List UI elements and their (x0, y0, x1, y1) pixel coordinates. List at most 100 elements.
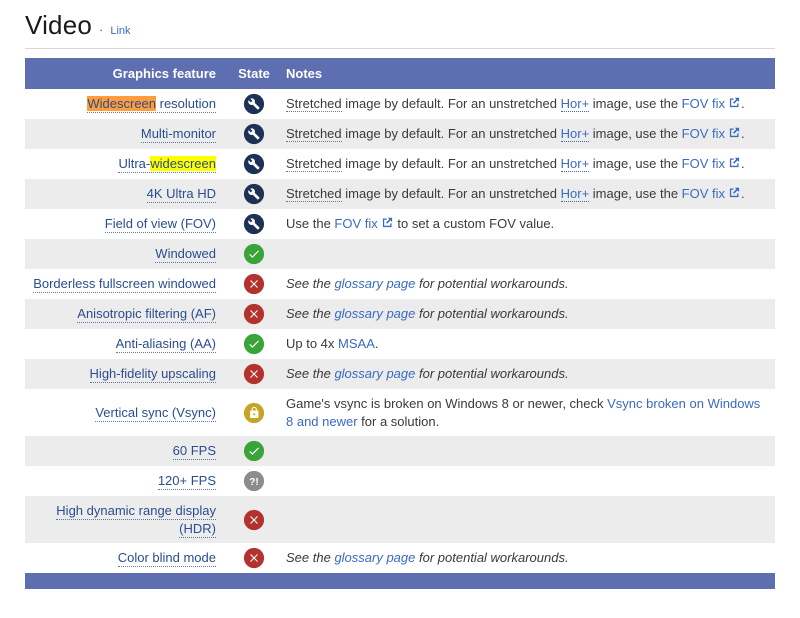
feature-cell: High-fidelity upscaling (25, 359, 230, 389)
table-row: 60 FPS (25, 436, 775, 467)
feature-link[interactable]: Widescreen resolution (87, 96, 216, 114)
table-row: Windowed (25, 239, 775, 269)
note-text: image, use the (589, 156, 682, 172)
note-text: image, use the (589, 96, 682, 112)
table-row: Ultra-widescreen Stretched image by defau… (25, 149, 775, 179)
feature-link[interactable]: High dynamic range display (HDR) (56, 503, 216, 538)
note-text: image by default. For an unstretched (341, 156, 561, 172)
state-wrench-icon (243, 93, 265, 115)
page-title: Video (25, 10, 93, 40)
feature-link[interactable]: 4K Ultra HD (146, 186, 216, 204)
note-text: . (741, 186, 745, 202)
state-cross-icon (243, 303, 265, 325)
notes-cell: Stretched image by default. For an unstr… (278, 89, 775, 119)
feature-link[interactable]: Anti-aliasing (AA) (115, 336, 216, 354)
note-text: for a solution. (357, 413, 440, 429)
feature-label: 120+ FPS (157, 473, 216, 489)
state-cell (230, 269, 278, 299)
state-check-icon (243, 333, 265, 355)
notes-cell (278, 496, 775, 543)
feature-cell: 120+ FPS (25, 466, 230, 496)
feature-link[interactable]: Windowed (155, 246, 216, 264)
tooltip-term: Stretched (286, 186, 342, 203)
state-cross-icon (243, 363, 265, 385)
note-text: See the (286, 550, 335, 566)
note-link[interactable]: glossary page (334, 306, 415, 321)
state-cell (230, 179, 278, 209)
svg-text:?!: ?! (249, 477, 259, 488)
feature-link[interactable]: Vertical sync (Vsync) (95, 404, 216, 422)
notes-cell (278, 436, 775, 466)
feature-link[interactable]: Multi-monitor (140, 126, 216, 144)
notes-cell: See the glossary page for potential work… (278, 269, 775, 299)
feature-cell: Windowed (25, 239, 230, 269)
feature-cell: Ultra-widescreen (25, 149, 230, 179)
tooltip-term: Stretched (286, 156, 342, 173)
state-cell (230, 389, 278, 436)
feature-label: Anti-aliasing (AA) (115, 336, 216, 352)
note-text: Use the (286, 216, 335, 232)
feature-link[interactable]: High-fidelity upscaling (89, 366, 216, 384)
section-anchor-link[interactable]: Link (110, 25, 130, 37)
feature-label: 60 FPS (172, 443, 216, 459)
notes-cell: See the glossary page for potential work… (278, 359, 775, 389)
note-link[interactable]: FOV fix (682, 186, 725, 201)
note-link[interactable]: FOV fix (334, 216, 377, 231)
note-text: image by default. For an unstretched (341, 186, 561, 202)
feature-cell: 60 FPS (25, 436, 230, 466)
state-cross-icon (243, 547, 265, 569)
feature-link[interactable]: 60 FPS (172, 443, 216, 461)
state-check-icon (243, 440, 265, 462)
feature-link[interactable]: Ultra-widescreen (118, 156, 216, 174)
feature-cell: 4K Ultra HD (25, 179, 230, 209)
note-link[interactable]: glossary page (334, 550, 415, 565)
search-highlight: widescreen (150, 156, 216, 172)
table-row: Borderless fullscreen windowed See the gl… (25, 269, 775, 299)
state-cell (230, 89, 278, 119)
feature-label: 4K Ultra HD (146, 186, 216, 202)
note-link[interactable]: FOV fix (682, 126, 725, 141)
tooltip-term: Stretched (286, 96, 342, 113)
feature-link[interactable]: Color blind mode (117, 550, 216, 568)
note-text: image by default. For an unstretched (341, 96, 561, 112)
feature-cell: Anisotropic filtering (AF) (25, 299, 230, 329)
note-link[interactable]: Hor+ (560, 156, 590, 173)
state-wrench-icon (243, 183, 265, 205)
note-link[interactable]: Hor+ (560, 96, 590, 113)
note-text: to set a custom FOV value. (393, 216, 555, 232)
note-text: . (741, 96, 745, 112)
table-row: High dynamic range display (HDR) (25, 496, 775, 544)
column-header-graphics-feature: Graphics feature (25, 58, 230, 89)
state-cell (230, 496, 278, 543)
feature-link[interactable]: Borderless fullscreen windowed (33, 276, 216, 294)
feature-cell: Vertical sync (Vsync) (25, 389, 230, 436)
note-text: image, use the (589, 126, 682, 142)
feature-label: Color blind mode (117, 550, 216, 566)
notes-cell (278, 466, 775, 496)
note-text: See the (286, 306, 335, 322)
table-row: Color blind mode See the glossary page fo… (25, 543, 775, 573)
feature-cell: Widescreen resolution (25, 89, 230, 119)
note-text: for potential workarounds. (415, 306, 569, 322)
feature-cell: High dynamic range display (HDR) (25, 496, 230, 543)
state-cell (230, 119, 278, 149)
note-link[interactable]: glossary page (334, 366, 415, 381)
feature-label: High-fidelity upscaling (89, 366, 216, 382)
feature-link[interactable]: Anisotropic filtering (AF) (77, 306, 216, 324)
note-text: . (374, 336, 379, 352)
note-link[interactable]: Hor+ (560, 186, 590, 203)
note-link[interactable]: FOV fix (682, 156, 725, 171)
state-cell (230, 209, 278, 239)
note-link[interactable]: MSAA (338, 336, 375, 351)
feature-link[interactable]: 120+ FPS (157, 473, 216, 491)
external-link-icon (729, 95, 740, 113)
state-wrench-icon (243, 123, 265, 145)
feature-label: Ultra- (118, 156, 151, 172)
note-link[interactable]: glossary page (334, 276, 415, 291)
note-text: . (741, 156, 745, 172)
feature-link[interactable]: Field of view (FOV) (104, 216, 216, 234)
note-link[interactable]: FOV fix (682, 96, 725, 111)
note-link[interactable]: Hor+ (560, 126, 590, 143)
notes-cell: Stretched image by default. For an unstr… (278, 149, 775, 179)
state-wrench-icon (243, 153, 265, 175)
